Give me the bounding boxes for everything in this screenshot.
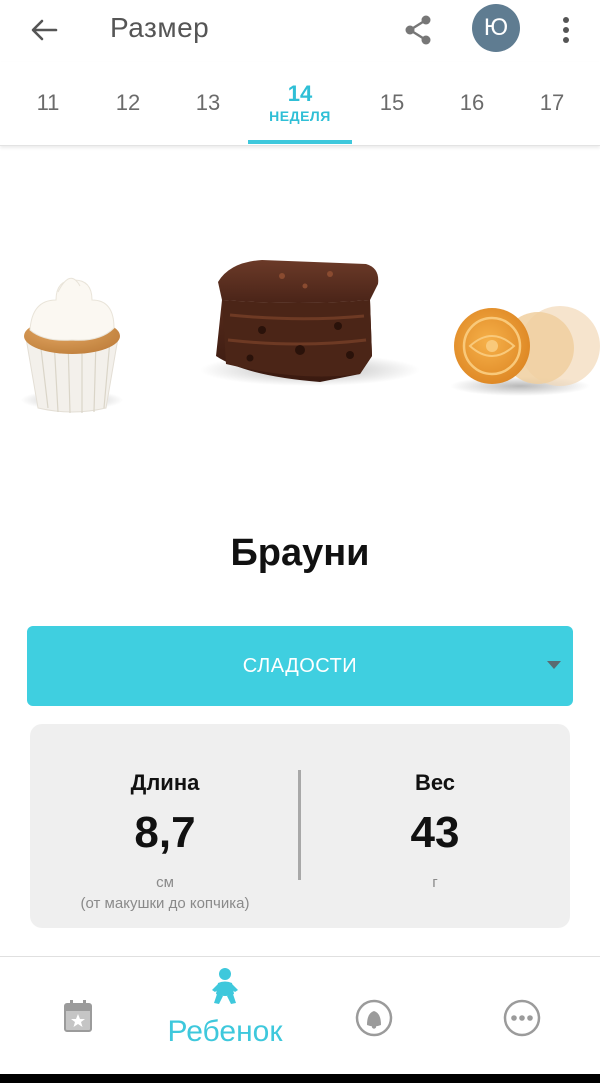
week-number: 15 xyxy=(379,90,405,115)
category-dropdown[interactable]: СЛАДОСТИ xyxy=(27,626,573,706)
dropdown-arrow-icon xyxy=(547,661,561,669)
active-week-indicator xyxy=(248,140,352,144)
week-tab-15[interactable]: 15 xyxy=(352,62,432,144)
brownie-image xyxy=(200,260,420,386)
week-tab-16[interactable]: 16 xyxy=(432,62,512,144)
share-button[interactable] xyxy=(398,10,438,50)
nav-item-more[interactable] xyxy=(484,957,560,1075)
page-title: Размер xyxy=(110,12,210,43)
size-metrics-card: Длина 8,7 см (от макушки до копчика) Вес… xyxy=(30,724,570,928)
back-button[interactable] xyxy=(24,10,64,50)
week-number: 16 xyxy=(459,90,485,115)
cookies-image xyxy=(450,306,600,396)
category-label: СЛАДОСТИ xyxy=(242,654,358,677)
nav-item-calendar[interactable] xyxy=(40,957,116,1075)
length-unit: см xyxy=(156,874,174,891)
length-metric: Длина 8,7 см (от макушки до копчика) xyxy=(30,724,300,928)
food-name: Брауни xyxy=(230,532,370,574)
community-icon xyxy=(355,999,393,1037)
length-note: (от макушки до копчика) xyxy=(80,895,250,912)
weight-unit: г xyxy=(432,874,438,891)
week-number: 14 xyxy=(287,81,313,106)
week-number: 13 xyxy=(195,90,221,115)
more-horizontal-icon xyxy=(503,999,541,1037)
nav-item-baby[interactable]: Ребенок xyxy=(150,957,300,1075)
week-number: 17 xyxy=(539,90,565,115)
system-navigation-bar xyxy=(0,1074,600,1083)
nav-item-community[interactable] xyxy=(336,957,412,1075)
weight-title: Вес xyxy=(414,770,456,795)
week-tab-14[interactable]: 14 НЕДЕЛЯ xyxy=(248,62,352,144)
bottom-navigation: Ребенок xyxy=(0,956,600,1074)
week-tab-13[interactable]: 13 xyxy=(168,62,248,144)
share-icon xyxy=(405,15,431,45)
app-bar: Размер Ю xyxy=(0,0,600,62)
week-tab-11[interactable]: 11 xyxy=(8,62,88,144)
more-options-button[interactable] xyxy=(548,10,584,50)
week-tab-17[interactable]: 17 xyxy=(512,62,592,144)
week-label: НЕДЕЛЯ xyxy=(269,108,331,124)
week-number: 12 xyxy=(115,90,141,115)
calendar-star-icon xyxy=(64,1000,92,1032)
cupcake-image xyxy=(20,277,124,414)
week-number: 11 xyxy=(36,90,60,115)
nav-label-baby: Ребенок xyxy=(167,1015,283,1048)
baby-icon xyxy=(212,968,238,1004)
arrow-left-icon xyxy=(31,19,58,41)
food-carousel[interactable] xyxy=(0,150,600,480)
week-tabs: 11 12 13 14 НЕДЕЛЯ 15 16 17 xyxy=(0,62,600,146)
weight-value: 43 xyxy=(410,808,460,857)
week-tab-12[interactable]: 12 xyxy=(88,62,168,144)
length-title: Длина xyxy=(130,770,200,795)
avatar[interactable]: Ю xyxy=(472,4,520,52)
more-vertical-icon xyxy=(563,17,569,43)
weight-metric: Вес 43 г xyxy=(300,724,570,928)
length-value: 8,7 xyxy=(134,808,196,857)
